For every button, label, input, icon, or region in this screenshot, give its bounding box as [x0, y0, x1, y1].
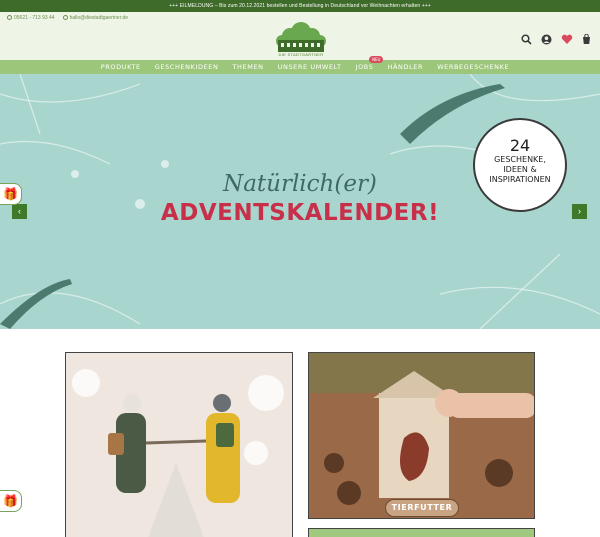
teaser-card-winter[interactable]	[65, 352, 293, 537]
email-link[interactable]: hallo@diestadtgaertner.de	[62, 15, 129, 21]
new-badge: NEU	[369, 56, 384, 63]
nav-item-haendler[interactable]: HÄNDLER	[387, 63, 423, 71]
slider-next-button[interactable]: ›	[572, 204, 587, 219]
logo-text: DIE STADTGÄRTNER	[278, 52, 324, 57]
nav-item-jobs-label: JOBS	[355, 63, 374, 71]
gift-icon[interactable]: 🎁	[0, 183, 22, 205]
search-icon[interactable]	[521, 32, 532, 45]
header-icons	[521, 32, 592, 45]
nav-item-unsere-umwelt[interactable]: UNSERE UMWELT	[278, 63, 342, 71]
hero-banner[interactable]: Natürlich(er) ADVENTSKALENDER! 24 GESCHE…	[0, 74, 600, 329]
nav-item-werbegeschenke[interactable]: WERBEGESCHENKE	[437, 63, 509, 71]
contact-info: 05621 - 713 93 44 hallo@diestadtgaertner…	[7, 15, 128, 21]
tierfutter-label[interactable]: TIERFUTTER	[385, 499, 459, 517]
email-address: hallo@diestadtgaertner.de	[69, 15, 129, 21]
logo[interactable]	[272, 20, 330, 56]
teaser-card-next[interactable]	[308, 528, 535, 537]
phone-link[interactable]: 05621 - 713 93 44	[7, 15, 55, 21]
main-nav: PRODUKTE GESCHENKIDEEN THEMEN UNSERE UMW…	[0, 56, 600, 74]
nav-item-themen[interactable]: THEMEN	[232, 63, 263, 71]
phone-number: 05621 - 713 93 44	[14, 15, 55, 21]
ornament-badge: 24 GESCHENKE, IDEEN & INSPIRATIONEN	[473, 118, 567, 212]
nav-item-jobs[interactable]: JOBS NEU	[355, 56, 384, 71]
user-icon[interactable]	[541, 32, 552, 45]
cart-icon[interactable]	[581, 32, 592, 44]
wishlist-icon[interactable]	[561, 32, 573, 44]
slider-prev-button[interactable]: ‹	[12, 204, 27, 219]
ornament-number: 24	[509, 136, 531, 155]
teaser-card-tierfutter[interactable]	[308, 352, 535, 519]
nav-item-produkte[interactable]: PRODUKTE	[101, 63, 141, 71]
birdhouse-image	[309, 353, 534, 518]
header: 05621 - 713 93 44 hallo@diestadtgaertner…	[0, 12, 600, 60]
winter-walk-image	[66, 353, 292, 537]
phone-icon	[7, 15, 12, 21]
nav-item-geschenkideen[interactable]: GESCHENKIDEEN	[155, 63, 219, 71]
mail-icon	[62, 15, 68, 21]
ornament-text: GESCHENKE, IDEEN & INSPIRATIONEN	[489, 155, 551, 184]
gift-icon[interactable]: 🎁	[0, 490, 22, 512]
announcement-bar: +++ EILMELDUNG – Bis zum 20.12.2021 best…	[0, 0, 600, 12]
